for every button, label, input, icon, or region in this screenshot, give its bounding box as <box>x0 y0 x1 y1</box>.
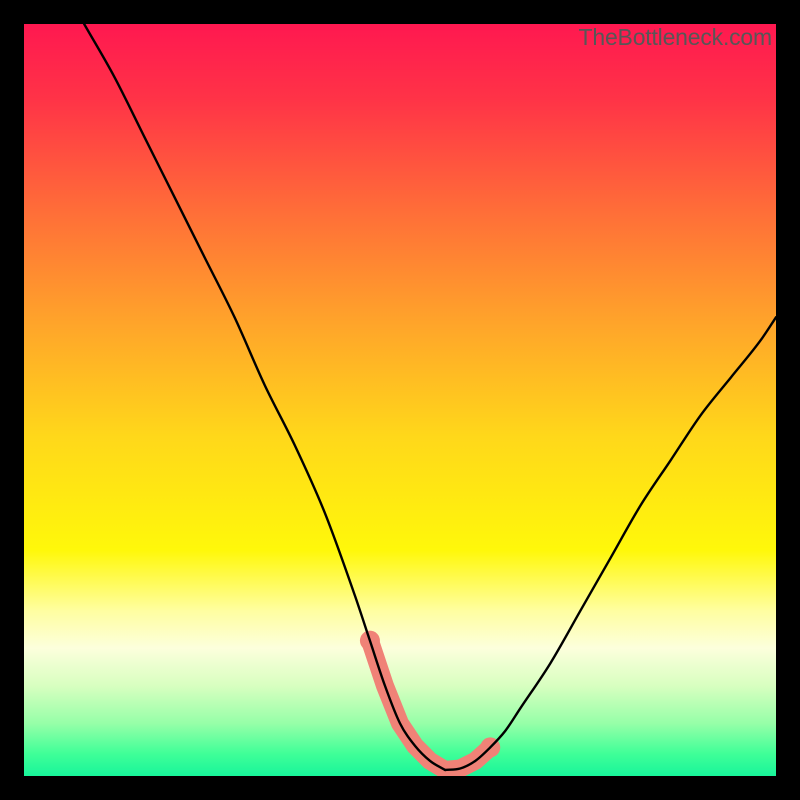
curve-right-curve <box>445 317 776 770</box>
plot-area <box>24 24 776 776</box>
curve-left-curve <box>84 24 445 770</box>
chart-frame: TheBottleneck.com <box>0 0 800 800</box>
watermark-text: TheBottleneck.com <box>579 24 772 51</box>
curves-svg <box>24 24 776 776</box>
